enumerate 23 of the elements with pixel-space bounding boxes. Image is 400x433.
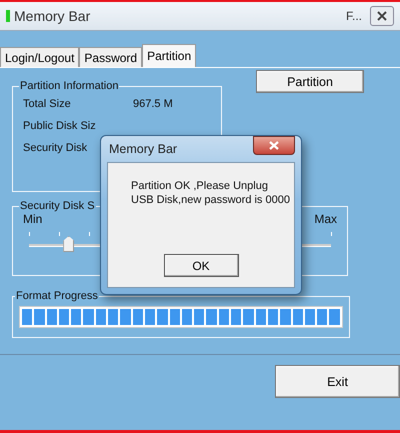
group-title: Partition Information — [19, 80, 120, 92]
dialog-message: Partition OK ,Please Unplug USB Disk,new password is 0000 — [131, 179, 291, 207]
close-icon — [377, 11, 387, 21]
tab[interactable]: Password — [79, 47, 142, 67]
field-value: 967.5 M — [133, 98, 174, 110]
partition-button[interactable]: Partition — [256, 70, 364, 93]
tab[interactable]: Partition — [142, 44, 196, 67]
field-label: Public Disk Siz — [23, 120, 97, 132]
group-title: Security Disk S — [19, 200, 96, 212]
dialog-title: Memory Bar — [109, 142, 178, 156]
app-icon — [6, 10, 10, 22]
window-title: Memory Bar — [14, 8, 92, 24]
group-title: Format Progress — [15, 290, 99, 302]
exit-button[interactable]: Exit — [275, 365, 400, 398]
min-label: Min — [23, 212, 42, 226]
ok-button[interactable]: OK — [164, 254, 238, 277]
window-title-fragment: F... — [346, 9, 362, 23]
max-label: Max — [314, 212, 337, 226]
tab[interactable]: Login/Logout — [0, 47, 80, 67]
close-icon — [269, 140, 279, 150]
close-button[interactable] — [370, 6, 394, 26]
field-label: Total Size — [23, 98, 72, 110]
close-button[interactable] — [253, 136, 295, 154]
